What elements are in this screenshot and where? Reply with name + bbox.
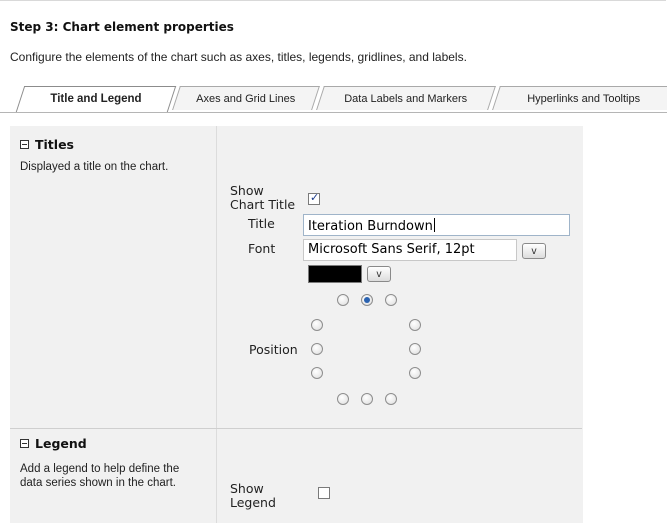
title-input-value: Iteration Burndown [308,219,433,234]
color-picker-button[interactable]: v [367,266,391,282]
text-caret [433,218,435,232]
position-radio-right-bottom[interactable] [409,367,421,379]
tab-label: Axes and Grid Lines [196,93,296,105]
font-picker-button[interactable]: v [522,243,546,259]
position-radio-top-center[interactable] [361,294,373,306]
show-chart-title-checkbox[interactable] [308,191,320,205]
tab-data-labels-and-markers[interactable]: Data Labels and Markers [316,86,496,110]
position-radio-right-middle[interactable] [409,343,421,355]
tab-label: Hyperlinks and Tooltips [527,93,641,105]
font-value: Microsoft Sans Serif, 12pt [308,242,475,257]
position-radio-left-bottom[interactable] [311,367,323,379]
collapse-icon[interactable] [20,439,29,448]
step-title: Step 3: Chart element properties [10,20,234,34]
show-chart-title-label: Show Chart Title [230,183,296,212]
titles-heading: Titles [35,137,74,152]
position-radio-bottom-center[interactable] [361,393,373,405]
section-divider [10,428,582,429]
show-legend-label: Show Legend [230,481,276,510]
tab-axes-and-grid-lines[interactable]: Axes and Grid Lines [172,86,320,110]
legend-section-header[interactable]: Legend [20,436,87,451]
position-radio-bottom-right[interactable] [385,393,397,405]
position-radio-left-top[interactable] [311,319,323,331]
legend-description: Add a legend to help define the data ser… [20,463,180,489]
step-description: Configure the elements of the chart such… [10,50,467,64]
font-color-swatch[interactable] [308,265,362,283]
collapse-icon[interactable] [20,140,29,149]
position-radio-top-left[interactable] [337,294,349,306]
position-radio-bottom-left[interactable] [337,393,349,405]
title-input[interactable]: Iteration Burndown [303,214,570,236]
titles-section-header[interactable]: Titles [20,137,74,152]
position-radio-top-right[interactable] [385,294,397,306]
font-label: Font [248,241,276,256]
tab-underline [0,112,667,113]
tab-label: Data Labels and Markers [344,93,468,105]
position-label: Position [249,342,298,357]
show-legend-checkbox[interactable] [318,487,330,499]
page-top-border [0,0,666,11]
tab-bar: Title and Legend Axes and Grid Lines Dat… [0,86,667,112]
tab-hyperlinks-and-tooltips[interactable]: Hyperlinks and Tooltips [492,86,667,110]
titles-description: Displayed a title on the chart. [20,161,169,173]
legend-heading: Legend [35,436,87,451]
font-field[interactable]: Microsoft Sans Serif, 12pt [303,239,517,261]
tab-label: Title and Legend [50,93,142,105]
title-label: Title [248,216,275,231]
position-radio-left-middle[interactable] [311,343,323,355]
tab-title-and-legend[interactable]: Title and Legend [15,86,177,112]
position-radio-right-top[interactable] [409,319,421,331]
